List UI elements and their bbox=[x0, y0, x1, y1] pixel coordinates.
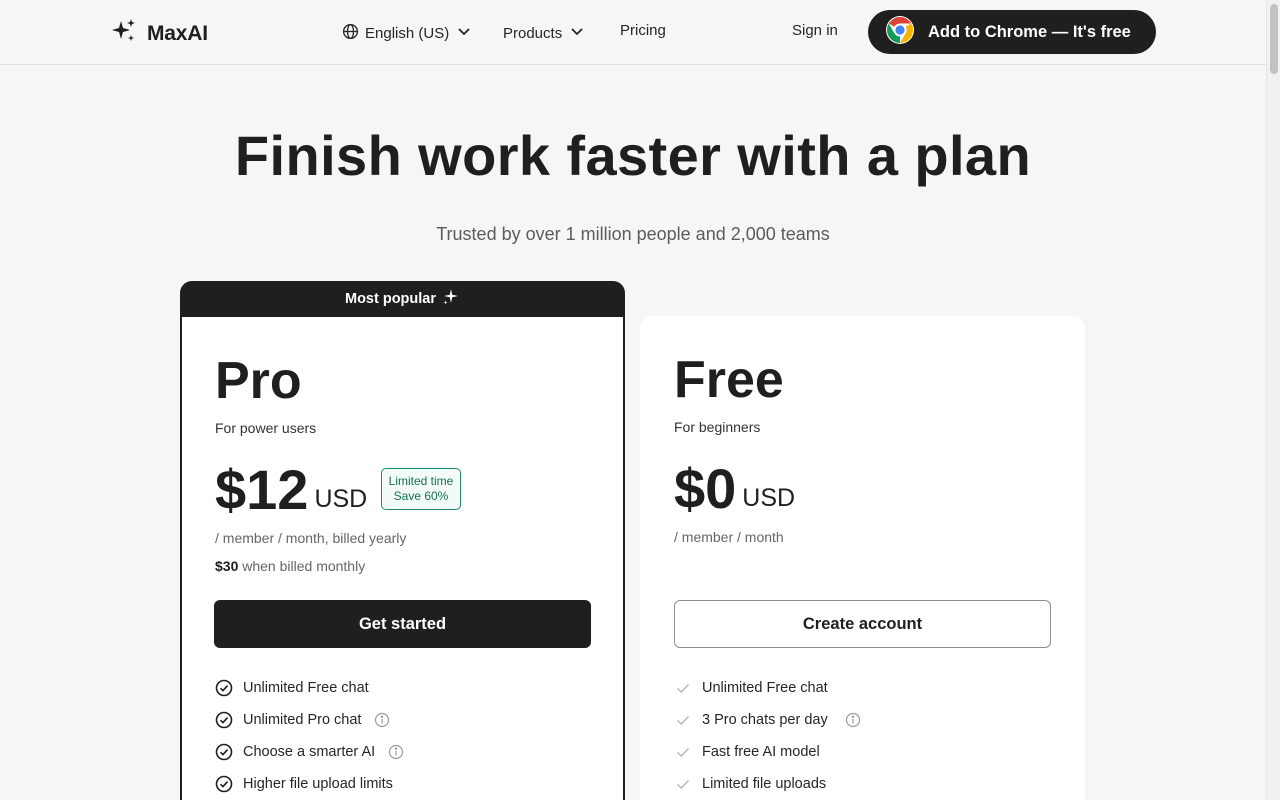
page-scrollbar[interactable] bbox=[1266, 0, 1280, 800]
add-to-chrome-button[interactable]: Add to Chrome — It's free bbox=[868, 10, 1156, 54]
list-item: Choose a smarter AI bbox=[215, 736, 404, 768]
check-icon bbox=[674, 775, 692, 793]
billing-note: / member / month bbox=[674, 529, 784, 545]
info-icon[interactable] bbox=[845, 712, 861, 728]
plan-description: For beginners bbox=[674, 419, 761, 435]
plan-currency: USD bbox=[742, 484, 796, 512]
list-item: Limited file uploads bbox=[674, 768, 861, 800]
price-row: $0 USD bbox=[674, 459, 795, 519]
check-circle-icon bbox=[215, 679, 233, 697]
promo-line-1: Limited time bbox=[388, 474, 454, 488]
scrollbar-thumb[interactable] bbox=[1270, 4, 1278, 74]
promo-line-2: Save 60% bbox=[393, 489, 449, 503]
billing-note: / member / month, billed yearly bbox=[215, 530, 407, 546]
feature-label: Unlimited Free chat bbox=[243, 680, 369, 696]
check-icon bbox=[674, 711, 692, 729]
promo-badge: Limited time Save 60% bbox=[381, 468, 461, 510]
language-label: English (US) bbox=[365, 24, 450, 42]
check-circle-icon bbox=[215, 711, 233, 729]
free-feature-list: Unlimited Free chat 3 Pro chats per day … bbox=[674, 672, 861, 800]
feature-label: Higher file upload limits bbox=[243, 776, 393, 792]
sign-in-link[interactable]: Sign in bbox=[792, 22, 838, 39]
plan-price: $0 bbox=[674, 457, 737, 520]
check-circle-icon bbox=[215, 743, 233, 761]
feature-label: Fast free AI model bbox=[702, 744, 820, 760]
free-plan-card: Free For beginners $0 USD / member / mon… bbox=[640, 316, 1085, 800]
create-account-button[interactable]: Create account bbox=[674, 600, 1051, 648]
plan-name: Free bbox=[674, 351, 784, 409]
check-circle-icon bbox=[215, 775, 233, 793]
chevron-down-icon bbox=[455, 22, 473, 44]
top-navigation-bar: MaxAI English (US) Products Pricing Sign… bbox=[0, 0, 1266, 65]
monthly-price-note: $30 when billed monthly bbox=[215, 558, 365, 574]
plan-name: Pro bbox=[215, 352, 302, 410]
plan-price: $12 bbox=[215, 458, 309, 521]
list-item: Higher file upload limits bbox=[215, 768, 404, 800]
feature-label: Limited file uploads bbox=[702, 776, 827, 792]
logo-text: MaxAI bbox=[147, 21, 208, 45]
pro-feature-list: Unlimited Free chat Unlimited Pro chat C… bbox=[215, 672, 404, 800]
page-subtitle: Trusted by over 1 million people and 2,0… bbox=[436, 224, 830, 244]
monthly-price: $30 bbox=[215, 558, 239, 574]
most-popular-banner: Most popular bbox=[180, 281, 625, 317]
pro-plan-body: Pro For power users $12 USD Limited time… bbox=[182, 317, 623, 800]
add-to-chrome-label: Add to Chrome — It's free bbox=[928, 22, 1131, 41]
chrome-logo-icon bbox=[885, 15, 915, 50]
most-popular-label: Most popular bbox=[344, 291, 437, 307]
info-icon[interactable] bbox=[388, 744, 404, 760]
get-started-button[interactable]: Get started bbox=[214, 600, 591, 648]
chevron-down-icon bbox=[568, 22, 586, 44]
pro-plan-card: Most popular Pro For power users $12 USD… bbox=[180, 281, 625, 800]
pricing-link[interactable]: Pricing bbox=[620, 22, 666, 39]
feature-label: Unlimited Free chat bbox=[702, 680, 828, 696]
globe-icon bbox=[342, 23, 359, 44]
sparkle-icon bbox=[442, 288, 460, 310]
maxai-logo[interactable]: MaxAI bbox=[111, 18, 208, 49]
list-item: 3 Pro chats per day bbox=[674, 704, 861, 736]
page-title: Finish work faster with a plan bbox=[234, 124, 1032, 187]
check-icon bbox=[674, 679, 692, 697]
plan-currency: USD bbox=[314, 485, 368, 513]
list-item: Unlimited Free chat bbox=[215, 672, 404, 704]
feature-label: Choose a smarter AI bbox=[243, 744, 376, 760]
plan-description: For power users bbox=[215, 420, 317, 436]
price-row: $12 USD bbox=[215, 460, 367, 520]
list-item: Unlimited Pro chat bbox=[215, 704, 404, 736]
products-label: Products bbox=[503, 24, 563, 42]
monthly-text: when billed monthly bbox=[242, 558, 366, 574]
language-selector[interactable]: English (US) bbox=[342, 22, 473, 44]
info-icon[interactable] bbox=[374, 712, 390, 728]
feature-label: 3 Pro chats per day bbox=[702, 712, 828, 728]
check-icon bbox=[674, 743, 692, 761]
list-item: Fast free AI model bbox=[674, 736, 861, 768]
feature-label: Unlimited Pro chat bbox=[243, 712, 362, 728]
list-item: Unlimited Free chat bbox=[674, 672, 861, 704]
sparkle-logo-icon bbox=[111, 18, 137, 49]
products-menu[interactable]: Products bbox=[503, 22, 586, 44]
